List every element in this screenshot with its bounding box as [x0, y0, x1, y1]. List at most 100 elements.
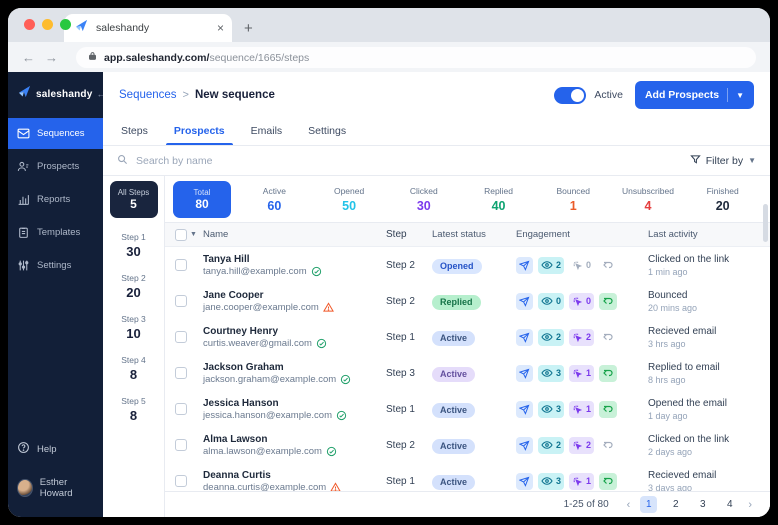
send-engagement-chip[interactable] [516, 257, 533, 274]
click-engagement-chip[interactable]: 1 [569, 473, 594, 490]
stat-clicked[interactable]: Clicked30 [386, 186, 461, 213]
column-header-latest-status[interactable]: Latest status [432, 229, 516, 240]
tab-prospects[interactable]: Prospects [174, 125, 225, 145]
filter-by-button[interactable]: Filter by ▼ [690, 154, 756, 168]
stat-finished[interactable]: Finished20 [685, 186, 760, 213]
close-window-button[interactable] [24, 19, 35, 30]
row-checkbox[interactable] [175, 259, 187, 271]
eye-engagement-chip[interactable]: 3 [538, 473, 564, 490]
help-link[interactable]: Help [8, 433, 103, 465]
table-row[interactable]: Alma Lawsonalma.lawson@example.comStep 2… [165, 427, 770, 463]
column-header-engagement[interactable]: Engagement [516, 229, 648, 240]
click-engagement-chip[interactable]: 1 [569, 365, 594, 382]
column-header-last-activity[interactable]: Last activity [648, 229, 770, 240]
tab-emails[interactable]: Emails [251, 125, 283, 145]
stat-bounced[interactable]: Bounced1 [536, 186, 611, 213]
eye-engagement-chip[interactable]: 2 [538, 329, 564, 346]
page-2[interactable]: 2 [667, 496, 684, 513]
close-tab-icon[interactable]: × [217, 21, 224, 35]
click-engagement-chip[interactable]: 2 [569, 437, 594, 454]
page-3[interactable]: 3 [694, 496, 711, 513]
click-engagement-chip[interactable]: 0 [569, 257, 594, 274]
tab-settings[interactable]: Settings [308, 125, 346, 145]
sidebar-item-templates[interactable]: Templates [8, 217, 103, 248]
send-engagement-chip[interactable] [516, 437, 533, 454]
send-engagement-chip[interactable] [516, 293, 533, 310]
column-header-name[interactable]: Name [203, 229, 386, 240]
search-input[interactable] [136, 155, 682, 167]
forward-icon[interactable]: → [45, 50, 58, 65]
reply-engagement-chip[interactable] [599, 293, 617, 310]
send-engagement-chip[interactable] [516, 365, 533, 382]
prospect-email: jackson.graham@example.com [203, 374, 336, 385]
rail-step-4[interactable]: Step 48 [121, 355, 146, 382]
rail-step-3[interactable]: Step 310 [121, 314, 146, 341]
reply-engagement-chip[interactable] [599, 473, 617, 490]
user-menu[interactable]: Esther Howard [8, 469, 103, 507]
eye-engagement-chip[interactable]: 2 [538, 437, 564, 454]
chevron-left-icon[interactable]: ‹ [627, 499, 631, 511]
rail-step-1[interactable]: Step 130 [121, 232, 146, 259]
row-checkbox[interactable] [175, 439, 187, 451]
click-engagement-chip[interactable]: 2 [569, 329, 594, 346]
page-4[interactable]: 4 [721, 496, 738, 513]
all-steps-card[interactable]: All Steps 5 [110, 181, 158, 218]
row-checkbox[interactable] [175, 367, 187, 379]
chevron-down-icon[interactable]: ▼ [736, 91, 744, 100]
column-header-step[interactable]: Step [386, 229, 432, 240]
stat-replied[interactable]: Replied40 [461, 186, 536, 213]
reply-engagement-chip[interactable] [599, 257, 617, 274]
chevron-right-icon[interactable]: › [748, 499, 752, 511]
stat-active[interactable]: Active60 [237, 186, 312, 213]
sidebar-item-sequences[interactable]: Sequences [8, 118, 103, 149]
new-tab-button[interactable]: + [244, 20, 253, 37]
url-bar[interactable]: app.saleshandy.com/sequence/1665/steps [76, 47, 756, 68]
rail-step-5[interactable]: Step 58 [121, 396, 146, 423]
send-engagement-chip[interactable] [516, 473, 533, 490]
breadcrumb-sequences[interactable]: Sequences [119, 89, 177, 101]
table-row[interactable]: Jane Cooperjane.cooper@example.comStep 2… [165, 283, 770, 319]
stat-unsubscribed[interactable]: Unsubscribed4 [611, 186, 686, 213]
send-engagement-chip[interactable] [516, 401, 533, 418]
row-checkbox[interactable] [175, 295, 187, 307]
add-prospects-button[interactable]: Add Prospects ▼ [635, 81, 754, 109]
eye-engagement-chip[interactable]: 0 [538, 293, 564, 310]
click-engagement-chip[interactable]: 0 [569, 293, 594, 310]
stat-opened[interactable]: Opened50 [312, 186, 387, 213]
prospect-name: Deanna Curtis [203, 470, 386, 481]
active-toggle[interactable] [554, 87, 586, 104]
sidebar-item-settings[interactable]: Settings [8, 250, 103, 281]
select-all-checkbox[interactable] [175, 229, 187, 241]
page-1[interactable]: 1 [640, 496, 657, 513]
rail-step-2[interactable]: Step 220 [121, 273, 146, 300]
scrollbar[interactable] [763, 204, 768, 242]
row-checkbox[interactable] [175, 403, 187, 415]
sidebar-item-prospects[interactable]: Prospects [8, 151, 103, 182]
table-row[interactable]: Jessica Hansonjessica.hanson@example.com… [165, 391, 770, 427]
eye-engagement-chip[interactable]: 3 [538, 365, 564, 382]
send-engagement-chip[interactable] [516, 329, 533, 346]
table-row[interactable]: Courtney Henrycurtis.weaver@gmail.comSte… [165, 319, 770, 355]
maximize-window-button[interactable] [60, 19, 71, 30]
stat-total-card[interactable]: Total 80 [173, 181, 231, 218]
reply-engagement-chip[interactable] [599, 365, 617, 382]
reply-engagement-chip[interactable] [599, 437, 617, 454]
table-row[interactable]: Jackson Grahamjackson.graham@example.com… [165, 355, 770, 391]
window-controls[interactable] [24, 19, 71, 30]
table-row[interactable]: Tanya Hilltanya.hill@example.comStep 2Op… [165, 247, 770, 283]
last-activity-text: Recieved email [648, 326, 770, 337]
back-icon[interactable]: ← [22, 50, 35, 65]
table-row[interactable]: Deanna Curtisdeanna.curtis@example.comSt… [165, 463, 770, 491]
eye-engagement-chip[interactable]: 3 [538, 401, 564, 418]
row-checkbox[interactable] [175, 331, 187, 343]
reply-engagement-chip[interactable] [599, 329, 617, 346]
reply-engagement-chip[interactable] [599, 401, 617, 418]
browser-tab[interactable]: saleshandy × [64, 14, 232, 42]
row-checkbox[interactable] [175, 475, 187, 487]
click-engagement-chip[interactable]: 1 [569, 401, 594, 418]
sidebar-item-reports[interactable]: Reports [8, 184, 103, 215]
minimize-window-button[interactable] [42, 19, 53, 30]
checkbox-caret-icon[interactable]: ▼ [190, 231, 197, 238]
tab-steps[interactable]: Steps [121, 125, 148, 145]
eye-engagement-chip[interactable]: 2 [538, 257, 564, 274]
